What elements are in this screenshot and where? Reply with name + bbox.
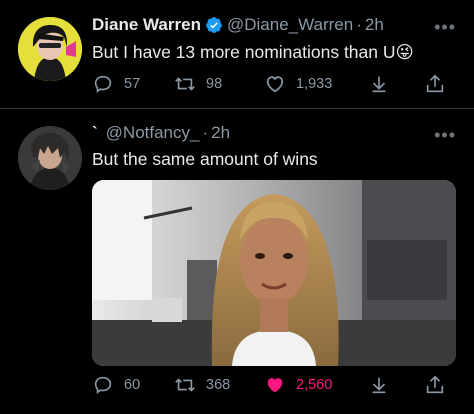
bookmark-button[interactable]	[368, 73, 400, 95]
more-options-icon[interactable]: •••	[434, 125, 456, 146]
tweet-notfancy[interactable]: ` @Notfancy_ · 2h ••• But the same amoun…	[0, 109, 474, 414]
reply-icon	[94, 376, 112, 394]
tweet-actions: 57 98 1,933	[92, 73, 452, 97]
like-count: 2,560	[296, 377, 333, 393]
retweet-count: 98	[206, 76, 223, 92]
tweet-header: ` @Notfancy_ · 2h	[92, 123, 230, 143]
heart-filled-icon	[267, 378, 283, 393]
tweet-text-content: But I have 13 more nominations than U	[92, 42, 396, 62]
display-name[interactable]: `	[92, 123, 98, 143]
tweet-header: Diane Warren @Diane_Warren · 2h	[92, 15, 384, 35]
tweet-actions: 60 368 2,560	[92, 374, 452, 398]
tweet-media-gif[interactable]	[92, 180, 456, 366]
reply-icon	[94, 75, 112, 93]
reply-button[interactable]: 57	[92, 73, 140, 95]
tweet-text: But I have 13 more nominations than U😜	[92, 42, 414, 63]
timestamp[interactable]: 2h	[365, 15, 384, 35]
display-name[interactable]: Diane Warren	[92, 15, 201, 35]
tweet-diane-warren[interactable]: Diane Warren @Diane_Warren · 2h ••• But …	[0, 0, 474, 115]
handle[interactable]: @Notfancy_	[106, 123, 200, 143]
reply-count: 57	[124, 76, 141, 92]
retweet-icon	[175, 378, 195, 392]
retweet-button[interactable]: 98	[174, 73, 222, 95]
avatar-image	[18, 126, 82, 190]
share-icon	[426, 74, 444, 93]
separator-dot: ·	[356, 15, 362, 34]
handle[interactable]: @Diane_Warren	[227, 15, 353, 35]
download-arrow-icon	[372, 76, 386, 93]
share-button[interactable]	[424, 73, 456, 95]
avatar-image	[18, 17, 82, 81]
download-arrow-icon	[372, 377, 386, 394]
reply-button[interactable]: 60	[92, 374, 140, 396]
like-button[interactable]: 2,560	[264, 374, 332, 396]
gif-image	[92, 180, 456, 366]
like-button[interactable]: 1,933	[264, 73, 332, 95]
tweet-text: But the same amount of wins	[92, 149, 318, 169]
verified-badge-icon	[206, 17, 222, 33]
bookmark-button[interactable]	[368, 374, 400, 396]
heart-icon	[266, 76, 284, 93]
share-button[interactable]	[424, 374, 456, 396]
winking-tongue-emoji: 😜	[395, 42, 414, 62]
separator-dot: ·	[202, 123, 209, 142]
retweet-button[interactable]: 368	[174, 374, 230, 396]
avatar-diane-warren[interactable]	[18, 17, 82, 81]
like-count: 1,933	[296, 76, 333, 92]
reply-count: 60	[124, 377, 141, 393]
more-options-icon[interactable]: •••	[434, 17, 456, 38]
retweet-icon	[175, 77, 195, 91]
timestamp[interactable]: 2h	[211, 123, 230, 143]
avatar-notfancy[interactable]	[18, 126, 82, 190]
retweet-count: 368	[206, 377, 231, 393]
share-icon	[426, 375, 444, 394]
